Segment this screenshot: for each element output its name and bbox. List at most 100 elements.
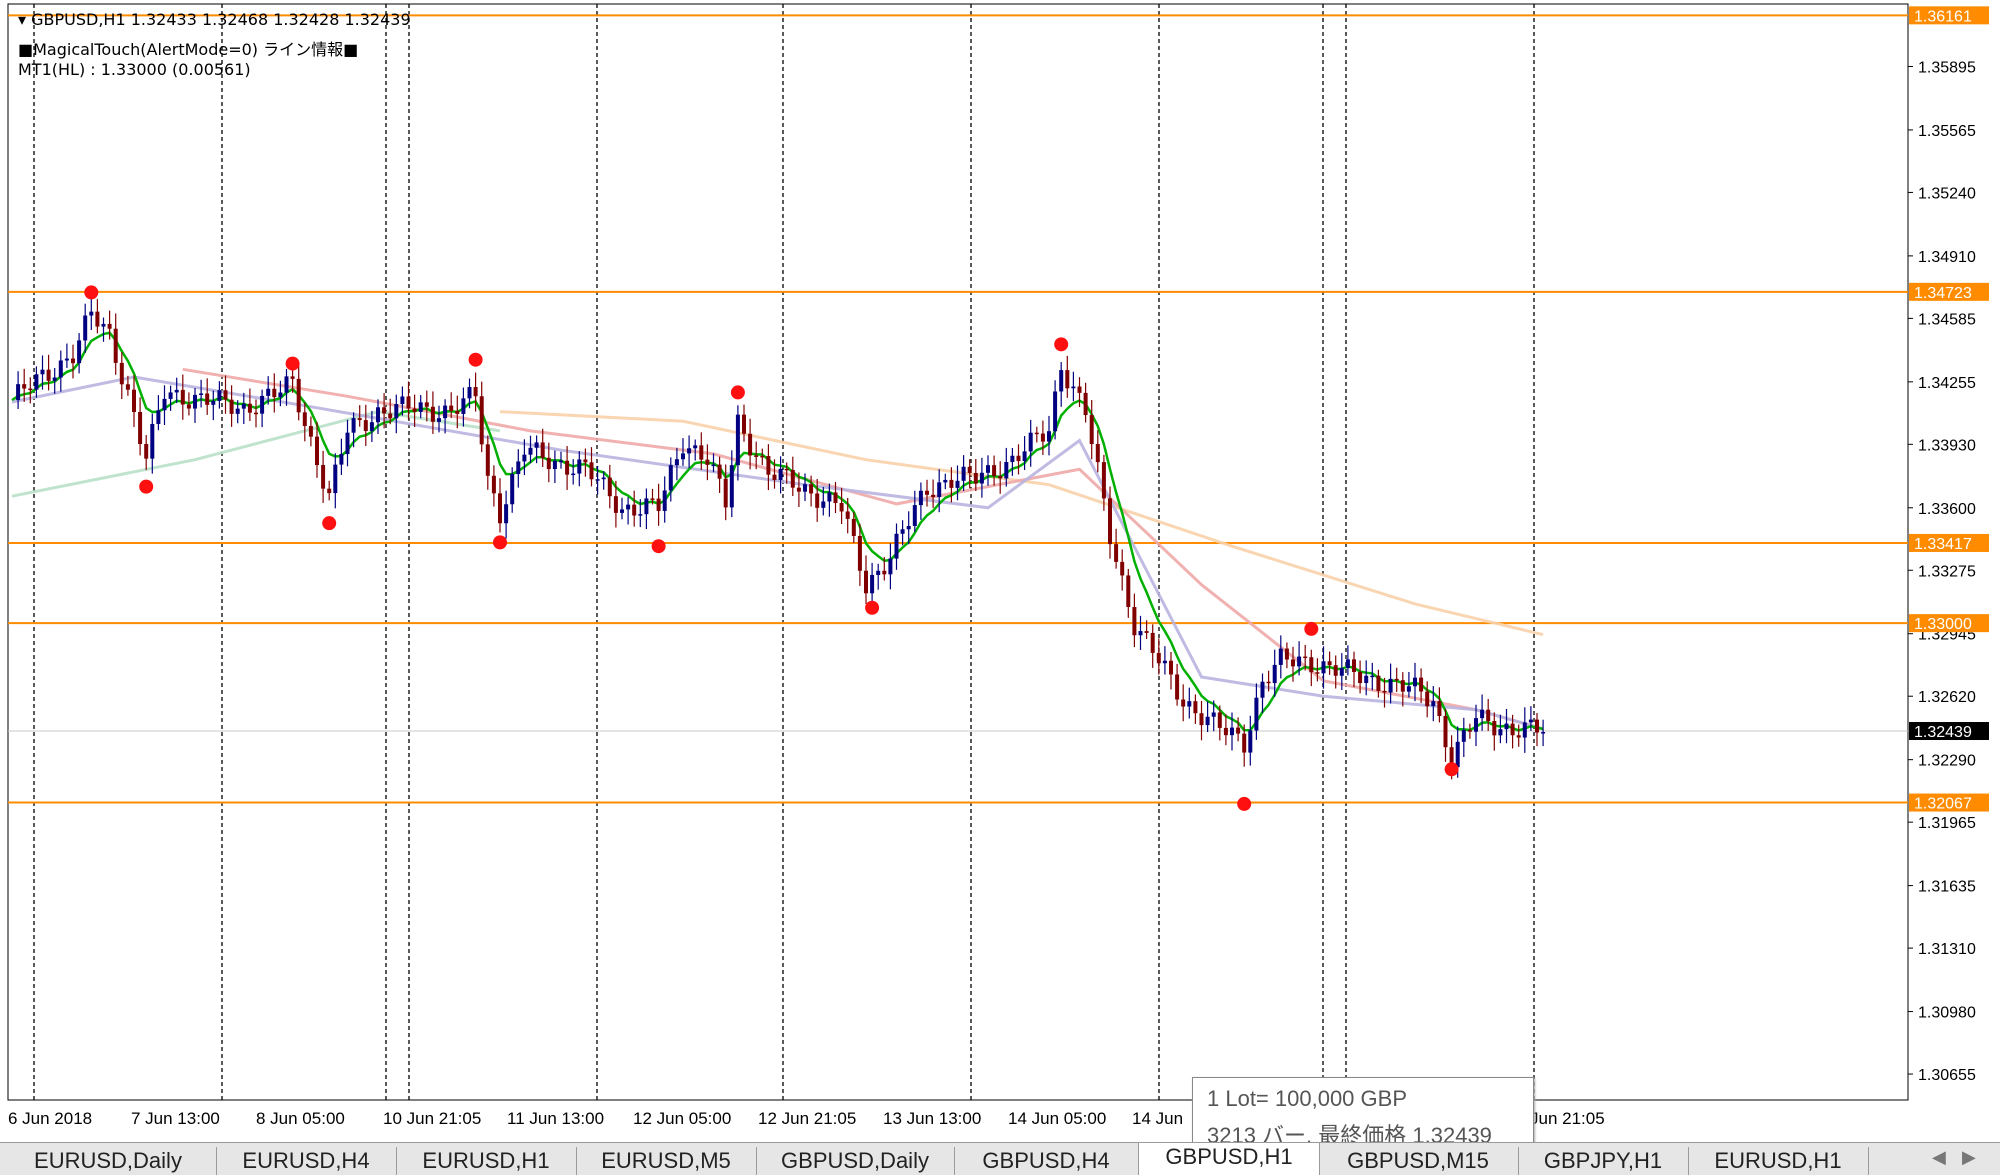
symbol-ohlc-line: ▾ GBPUSD,H1 1.32433 1.32468 1.32428 1.32…	[18, 10, 411, 29]
candle-body	[1138, 631, 1143, 636]
candle-body	[955, 480, 960, 488]
candle-body	[967, 466, 972, 473]
candle-body	[412, 408, 417, 412]
tab-eurusd-h1-2[interactable]: EURUSD,H1	[1688, 1147, 1869, 1175]
candle-body	[254, 412, 258, 415]
candle-body	[894, 533, 899, 559]
candle-body	[1467, 730, 1472, 732]
candle-body	[888, 558, 893, 575]
candle-body	[83, 315, 88, 341]
candle-body	[1400, 680, 1405, 692]
candle-body	[1211, 712, 1216, 717]
candle-body	[418, 402, 423, 412]
collapse-triangle-icon[interactable]: ▾	[18, 10, 26, 29]
candle-body	[235, 408, 240, 414]
candle-body	[1516, 735, 1521, 738]
swing-low-marker	[1237, 796, 1252, 811]
x-tick-label: 8 Jun 05:00	[256, 1109, 345, 1128]
candle-body	[205, 393, 210, 405]
candle-body	[339, 454, 344, 465]
candle-body	[882, 570, 887, 575]
y-tick-label: 1.34910	[1918, 249, 1976, 266]
candle-body	[229, 399, 234, 414]
x-tick-label: 10 Jun 21:05	[383, 1109, 481, 1128]
candle-body	[174, 389, 179, 393]
candle-body	[1321, 661, 1326, 674]
candle-body	[1077, 386, 1082, 393]
candle-body	[1461, 730, 1466, 742]
tab-scroll-left-icon[interactable]: ◀	[1932, 1147, 1946, 1168]
candle-body	[693, 445, 698, 449]
candle-body	[443, 405, 448, 419]
candle-body	[973, 472, 978, 484]
candle-body	[1132, 607, 1137, 636]
candle-body	[1425, 691, 1430, 707]
candle-body	[193, 394, 197, 409]
tab-eurusd-daily[interactable]: EURUSD,Daily	[0, 1147, 217, 1175]
candle-body	[1181, 699, 1186, 707]
tab-gbpusd-h1[interactable]: GBPUSD,H1	[1138, 1143, 1320, 1175]
candle-body	[266, 388, 271, 396]
candle-body	[1236, 727, 1241, 734]
candle-body	[168, 392, 173, 399]
candle-body	[687, 448, 692, 454]
tab-scroll-right-icon[interactable]: ▶	[1962, 1147, 1976, 1168]
candle-body	[64, 358, 69, 361]
tab-eurusd-m5[interactable]: EURUSD,M5	[576, 1147, 757, 1175]
candle-body	[1413, 677, 1417, 687]
candle-body	[162, 398, 167, 411]
candle-body	[1504, 723, 1509, 730]
candle-body	[1297, 656, 1302, 667]
candle-body	[754, 455, 759, 457]
candle-body	[1016, 455, 1021, 462]
y-tick-label: 1.32620	[1918, 689, 1976, 706]
tab-gbpjpy-h1[interactable]: GBPJPY,H1	[1518, 1147, 1689, 1175]
swing-low-marker	[493, 535, 507, 550]
candle-body	[1242, 733, 1247, 753]
candle-body	[1175, 674, 1180, 700]
candle-body	[1315, 672, 1320, 674]
candle-body	[748, 433, 753, 456]
candle-body	[784, 468, 789, 471]
candle-body	[46, 369, 51, 381]
candle-body	[870, 574, 875, 594]
candle-body	[467, 387, 472, 399]
tab-eurusd-h4[interactable]: EURUSD,H4	[216, 1147, 397, 1175]
candle-body	[1455, 741, 1460, 768]
moving-average-line	[499, 410, 1544, 637]
y-tick-label: 1.35565	[1918, 123, 1976, 140]
candle-body	[1260, 681, 1265, 698]
candle-body	[1309, 657, 1314, 673]
candle-body	[589, 462, 594, 480]
candle-body	[998, 476, 1003, 479]
candle-body	[260, 395, 265, 414]
candle-body	[979, 472, 984, 484]
indicator-label: ■MagicalTouch(AlertMode=0) ライン情報■	[18, 40, 359, 59]
swing-high-marker	[1304, 621, 1319, 636]
candle-body	[1150, 632, 1155, 653]
candle-body	[199, 393, 204, 395]
candle-body	[1022, 451, 1027, 462]
candle-body	[1419, 677, 1424, 692]
price-chart[interactable]: 1.35895 1.35565 1.35240 1.34910 1.34585 1.342…	[0, 0, 2000, 1142]
tab-eurusd-h1[interactable]: EURUSD,H1	[396, 1147, 577, 1175]
candle-body	[839, 503, 844, 512]
tab-gbpusd-daily[interactable]: GBPUSD,Daily	[756, 1147, 955, 1175]
candle-body	[247, 403, 252, 413]
tab-gbpusd-m15[interactable]: GBPUSD,M15	[1318, 1147, 1519, 1175]
candle-body	[833, 492, 838, 504]
candle-body	[351, 418, 356, 433]
candle-body	[546, 457, 551, 470]
candle-body	[89, 311, 94, 316]
candle-body	[388, 413, 393, 419]
candle-body	[705, 459, 710, 465]
candle-body	[620, 509, 624, 513]
candle-body	[1284, 648, 1289, 660]
level-price-label: 1.33000	[1914, 616, 1972, 633]
candle-body	[125, 384, 130, 390]
candle-body	[717, 464, 722, 479]
tab-gbpusd-h4[interactable]: GBPUSD,H4	[954, 1147, 1139, 1175]
candle-body	[1101, 462, 1106, 499]
candle-body	[241, 403, 246, 409]
candle-body	[937, 482, 942, 498]
